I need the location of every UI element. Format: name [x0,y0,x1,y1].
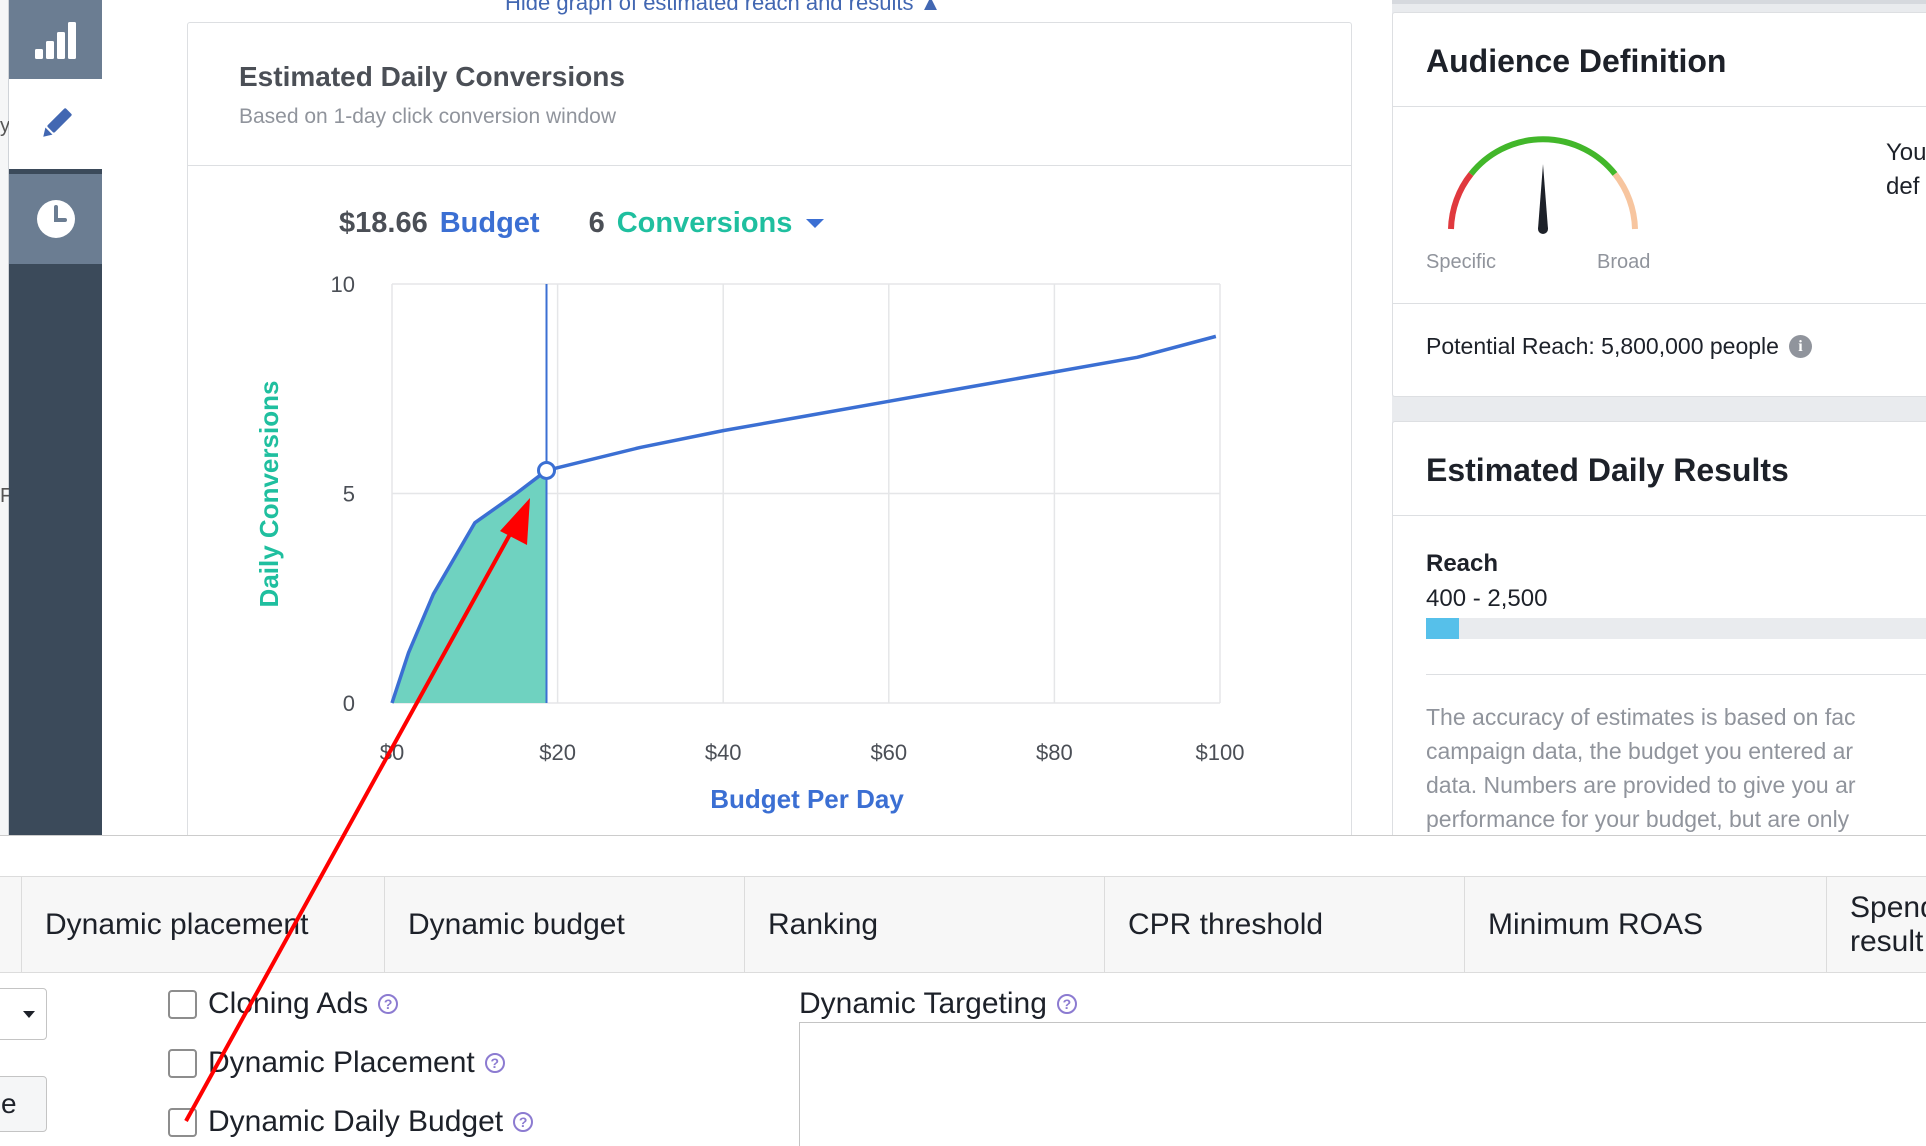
tab-label-line: result [1850,924,1924,958]
y-tick-label: 10 [331,272,355,297]
cloning-ads-option[interactable]: Cloning Ads ? [168,987,399,1021]
dynamic-placement-checkbox[interactable] [168,1048,197,1078]
audience-title: Audience Definition [1426,43,1727,79]
help-icon[interactable]: ? [378,994,399,1014]
x-tick-label: $20 [539,740,576,765]
tab-minimum-roas[interactable]: Minimum ROAS [1465,877,1827,972]
y-tick-label: 0 [343,691,355,716]
estimated-title: Estimated Daily Results [1426,452,1789,488]
info-icon[interactable]: i [1788,335,1812,358]
tab-fragment[interactable] [0,877,22,972]
potential-reach: Potential Reach: 5,800,000 people i [1426,333,1812,360]
x-tick-label: $60 [870,740,907,765]
tab-spend-result[interactable]: Spend result [1827,877,1926,972]
x-tick-label: $0 [380,740,404,765]
gauge-specific-label: Specific [1426,251,1497,273]
y-tick-label: 5 [343,482,355,507]
checkbox-label: Dynamic Daily Budget [208,1105,504,1138]
tab-dynamic-budget[interactable]: Dynamic budget [385,877,745,972]
accuracy-line: data. Numbers are provided to give you a… [1426,772,1856,798]
checkbox-label: Dynamic Placement [208,1046,475,1079]
audience-gauge [1448,136,1638,234]
settings-tab-bar: Dynamic placement Dynamic budget Ranking… [0,876,1926,973]
budget-marker-point [537,460,557,480]
cloning-ads-checkbox[interactable] [168,989,197,1019]
reach-bar [1426,618,1926,639]
estimated-results-card: Estimated Daily Results Reach 400 - 2,50… [1392,421,1926,835]
dynamic-targeting-label: Dynamic Targeting ? [799,987,1077,1021]
accuracy-line: campaign data, the budget you entered ar [1426,738,1854,764]
x-tick-label: $100 [1196,740,1245,765]
dynamic-placement-option[interactable]: Dynamic Placement ? [168,1046,505,1080]
audience-side-text: def [1886,173,1920,200]
checkbox-label: Cloning Ads [208,987,369,1020]
gauge-needle [1538,164,1548,229]
dynamic-targeting-text: Dynamic Targeting [799,987,1047,1020]
audience-side-text: You [1886,139,1926,166]
reach-label: Reach [1426,550,1499,577]
divider [1393,303,1926,304]
shaded-area [392,470,547,703]
help-icon[interactable]: ? [1056,994,1077,1014]
select-dropdown[interactable] [0,988,47,1040]
tab-ranking[interactable]: Ranking [745,877,1105,972]
dynamic-daily-budget-checkbox[interactable] [168,1107,197,1137]
potential-reach-text: Potential Reach: 5,800,000 people [1426,333,1779,359]
accuracy-line: The accuracy of estimates is based on fa… [1426,704,1856,730]
x-tick-label: $40 [705,740,742,765]
x-axis-label: Budget Per Day [710,784,904,814]
accuracy-note: The accuracy of estimates is based on fa… [1426,700,1926,836]
gauge-broad-label: Broad [1597,251,1651,273]
audience-definition-card: Audience Definition Specific Broad You d… [1392,12,1926,397]
tab-dynamic-placement[interactable]: Dynamic placement [22,877,385,972]
divider [1393,106,1926,107]
x-tick-label: $80 [1036,740,1073,765]
tab-cpr-threshold[interactable]: CPR threshold [1105,877,1465,972]
divider [1393,515,1926,516]
help-icon[interactable]: ? [513,1112,534,1132]
reach-bar-fill [1426,618,1460,639]
dynamic-daily-budget-option[interactable]: Dynamic Daily Budget ? [168,1105,534,1139]
accuracy-line: performance for your budget, but are onl… [1426,806,1850,832]
caret-down-icon [23,1011,35,1018]
dynamic-targeting-input[interactable] [799,1022,1926,1146]
divider [1426,674,1926,675]
y-axis-label: Daily Conversions [254,381,284,608]
action-button[interactable]: e [0,1076,47,1132]
help-icon[interactable]: ? [484,1053,505,1073]
reach-range: 400 - 2,500 [1426,585,1548,612]
tab-label-line: Spend [1850,890,1926,924]
